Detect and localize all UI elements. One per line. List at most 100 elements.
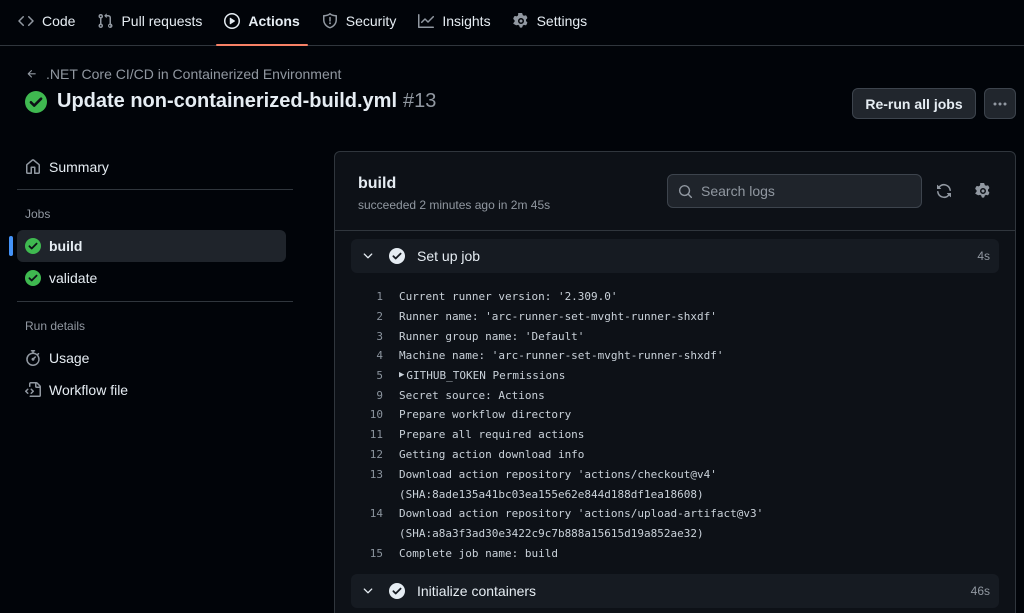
tab-insights-label: Insights: [442, 13, 491, 29]
sidebar-item-label: validate: [49, 270, 98, 286]
line-number[interactable]: 9: [351, 389, 399, 402]
log-line: (SHA:a8a3f3ad30e3422c9c7b888a15615d19a85…: [351, 523, 999, 543]
sidebar-item-build[interactable]: build: [9, 230, 286, 262]
sidebar-divider: [17, 301, 293, 302]
line-number[interactable]: 13: [351, 468, 399, 481]
run-details-heading: Run details: [25, 319, 86, 333]
step-duration: 4s: [977, 249, 990, 263]
tab-actions-label: Actions: [248, 13, 300, 29]
sidebar-item-workflow-file[interactable]: Workflow file: [17, 374, 286, 406]
log-text: Prepare workflow directory: [399, 407, 572, 421]
graph-icon: [418, 13, 435, 29]
log-text: GITHUB_TOKEN Permissions: [406, 368, 566, 382]
check-circle-fill-icon: [389, 583, 405, 599]
line-number[interactable]: 5: [351, 369, 399, 382]
step-initialize-containers[interactable]: Initialize containers 46s: [351, 574, 999, 608]
check-circle-fill-icon: [25, 238, 41, 254]
line-number[interactable]: 12: [351, 448, 399, 461]
search-logs-box[interactable]: [667, 174, 922, 208]
log-line: 3 Runner group name: 'Default': [351, 326, 999, 346]
sidebar-item-usage[interactable]: Usage: [17, 342, 286, 374]
log-line: (SHA:8ade135a41bc03ea155e62e844d188df1ea…: [351, 484, 999, 504]
more-options-button[interactable]: [984, 88, 1016, 119]
workflow-name: .NET Core CI/CD in Containerized Environ…: [46, 66, 342, 82]
log-line: 15 Complete job name: build: [351, 543, 999, 563]
sidebar-item-summary[interactable]: Summary: [17, 151, 286, 183]
log-line-collapsible[interactable]: 5 ▶ GITHUB_TOKEN Permissions: [351, 365, 999, 385]
tab-security[interactable]: Security: [314, 0, 405, 45]
log-text: Machine name: 'arc-runner-set-mvght-runn…: [399, 348, 724, 362]
log-text: Secret source: Actions: [399, 388, 545, 402]
check-circle-fill-icon: [25, 270, 41, 286]
repo-nav: Code Pull requests Actions Security Insi…: [0, 0, 1024, 46]
file-code-icon: [25, 382, 41, 398]
log-line: 1 Current runner version: '2.309.0': [351, 286, 999, 306]
sidebar-item-label: Summary: [49, 159, 109, 175]
chevron-down-icon: [361, 584, 375, 598]
tab-insights[interactable]: Insights: [410, 0, 498, 45]
search-input[interactable]: [701, 183, 901, 199]
play-icon: [224, 13, 241, 29]
line-number[interactable]: 4: [351, 349, 399, 362]
sidebar-item-label: Usage: [49, 350, 90, 366]
log-line: 10 Prepare workflow directory: [351, 404, 999, 424]
sidebar-divider: [17, 189, 293, 190]
sync-icon: [936, 183, 952, 199]
log-text: Runner name: 'arc-runner-set-mvght-runne…: [399, 309, 717, 323]
sidebar-item-label: Workflow file: [49, 382, 129, 398]
sidebar-item-validate[interactable]: validate: [17, 262, 286, 294]
log-text: Complete job name: build: [399, 546, 558, 560]
job-status: succeeded 2 minutes ago in 2m 45s: [358, 198, 551, 212]
triangle-right-icon[interactable]: ▶: [399, 370, 404, 380]
log-text: Current runner version: '2.309.0': [399, 289, 618, 303]
run-number: #13: [403, 90, 437, 112]
log-line: 11 Prepare all required actions: [351, 424, 999, 444]
line-number[interactable]: 1: [351, 290, 399, 303]
chevron-down-icon: [361, 249, 375, 263]
refresh-logs-button[interactable]: [934, 181, 954, 201]
tab-actions[interactable]: Actions: [216, 0, 309, 46]
page-title: Update non-containerized-build.yml: [57, 90, 398, 112]
line-number[interactable]: 10: [351, 408, 399, 421]
log-line: 4 Machine name: 'arc-runner-set-mvght-run…: [351, 345, 999, 365]
check-circle-fill-icon: [25, 90, 47, 113]
gear-icon: [512, 13, 529, 29]
tab-pull-requests[interactable]: Pull requests: [89, 0, 210, 45]
git-pull-request-icon: [97, 13, 113, 29]
line-number[interactable]: 14: [351, 507, 399, 520]
tab-code-label: Code: [42, 13, 76, 29]
rerun-all-jobs-button[interactable]: Re-run all jobs: [852, 88, 976, 119]
jobs-heading: Jobs: [25, 207, 51, 221]
search-icon: [678, 184, 693, 199]
tab-pull-requests-label: Pull requests: [121, 13, 203, 29]
job-name: build: [358, 175, 397, 192]
log-text: Download action repository 'actions/uplo…: [399, 506, 764, 520]
log-text: Download action repository 'actions/chec…: [399, 467, 717, 481]
tab-settings[interactable]: Settings: [505, 0, 596, 45]
line-number[interactable]: 2: [351, 310, 399, 323]
tab-settings-label: Settings: [536, 13, 588, 29]
log-text: (SHA:a8a3f3ad30e3422c9c7b888a15615d19a85…: [399, 526, 704, 540]
log-settings-button[interactable]: [973, 181, 993, 201]
run-title-row: Update non-containerized-build.yml #13: [25, 90, 436, 113]
sidebar-item-label: build: [49, 238, 83, 254]
line-number[interactable]: 11: [351, 428, 399, 441]
stopwatch-icon: [25, 350, 41, 366]
workflow-back-link[interactable]: .NET Core CI/CD in Containerized Environ…: [26, 66, 341, 82]
kebab-horizontal-icon: [992, 96, 1008, 112]
panel-divider: [335, 230, 1015, 231]
log-line: 2 Runner name: 'arc-runner-set-mvght-runn…: [351, 306, 999, 326]
check-circle-fill-icon: [389, 248, 405, 264]
code-icon: [18, 13, 34, 29]
arrow-left-icon: [26, 68, 38, 80]
tab-code[interactable]: Code: [10, 0, 83, 45]
log-text: Runner group name: 'Default': [399, 329, 585, 343]
log-line: 13 Download action repository 'actions/ch…: [351, 464, 999, 484]
step-name: Set up job: [417, 248, 481, 264]
line-number[interactable]: 15: [351, 547, 399, 560]
home-icon: [25, 159, 41, 175]
line-number[interactable]: 3: [351, 330, 399, 343]
step-duration: 46s: [970, 584, 990, 598]
step-set-up-job[interactable]: Set up job 4s: [351, 239, 999, 273]
shield-icon: [322, 13, 338, 29]
